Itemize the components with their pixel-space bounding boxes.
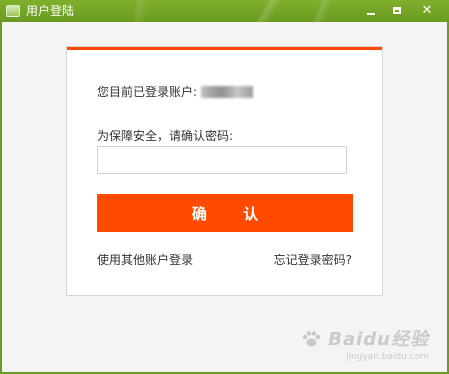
use-other-account-link[interactable]: 使用其他账户登录 [97,251,193,268]
current-account-row: 您目前已登录账户: [97,83,254,100]
panel-accent-bar [67,47,382,50]
confirm-button[interactable]: 确 认 [97,194,353,232]
account-name-redacted [201,86,254,98]
watermark-brand: Baidu经验 [301,325,429,351]
close-button[interactable]: ✕ [416,2,438,19]
baidu-watermark: Baidu经验 jingyan.baidu.com [301,325,429,362]
forgot-password-link[interactable]: 忘记登录密码? [274,251,352,268]
maximize-icon [393,7,401,14]
current-account-label: 您目前已登录账户: [97,85,198,99]
minimize-icon [367,12,375,15]
password-input[interactable] [97,146,347,174]
close-icon: ✕ [421,3,433,18]
login-panel: 您目前已登录账户: 为保障安全，请确认密码: 确 认 使用其他账户登录 忘记登录… [66,46,383,296]
confirm-password-label: 为保障安全，请确认密码: [97,129,234,143]
paw-icon [302,331,321,347]
title-bar[interactable]: 用户登陆 ✕ [0,0,449,22]
minimize-button[interactable] [360,2,382,19]
maximize-button[interactable] [386,2,408,19]
app-icon [6,5,20,17]
login-window: 用户登陆 ✕ 您目前已登录账户: 为保障安全，请确认密码: 确 认 使用其他账户… [0,0,449,374]
client-area: 您目前已登录账户: 为保障安全，请确认密码: 确 认 使用其他账户登录 忘记登录… [2,22,447,372]
watermark-url: jingyan.baidu.com [345,352,429,362]
watermark-brand-text: Baidu经验 [328,329,429,350]
window-title: 用户登陆 [26,4,75,18]
